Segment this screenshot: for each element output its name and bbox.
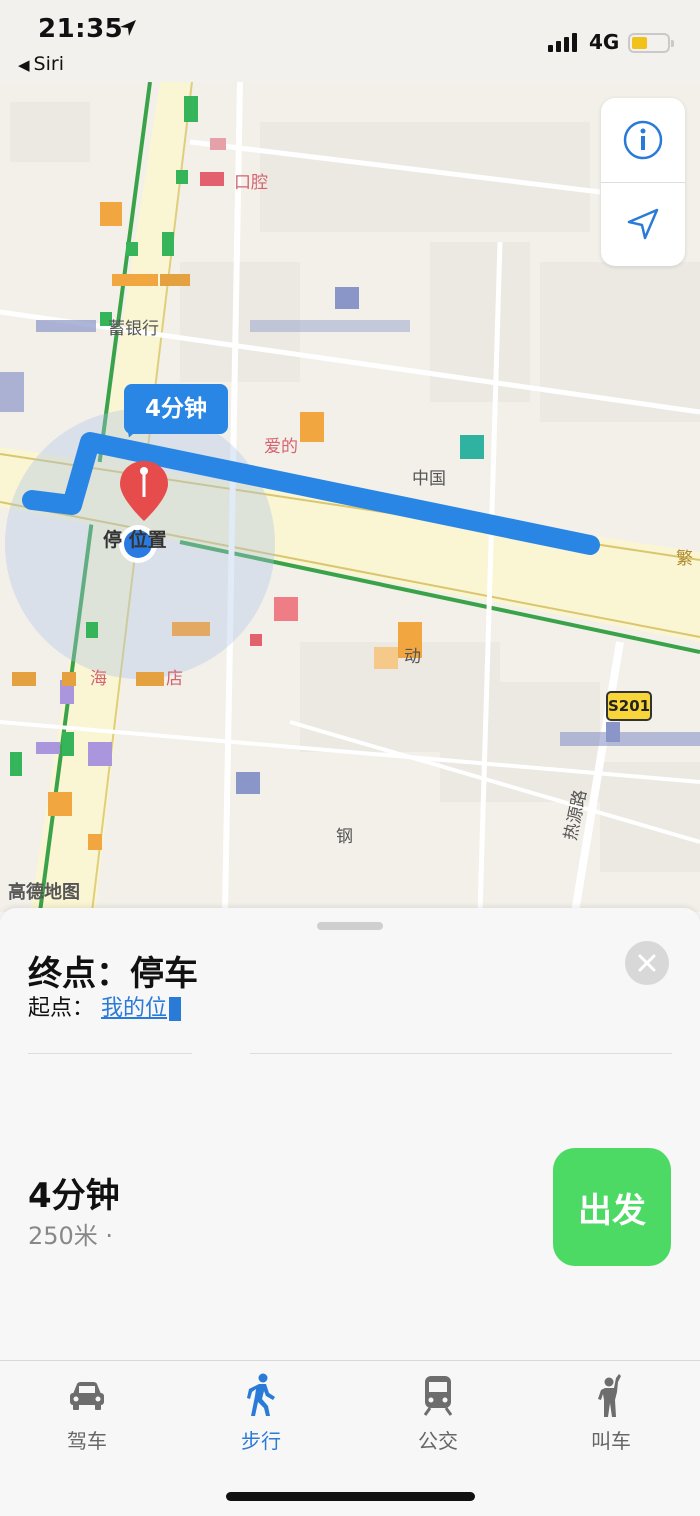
status-bar: 21:35 ◀ Siri 4G <box>0 0 700 82</box>
tab-walk-label: 步行 <box>241 1429 281 1453</box>
close-button[interactable] <box>625 941 669 985</box>
map-label-clinic: 口腔 <box>234 173 268 193</box>
map-label-gang: 钢 <box>336 827 353 847</box>
battery-icon <box>628 33 674 53</box>
route-duration: 4分钟 <box>28 1176 120 1216</box>
network-type: 4G <box>589 30 620 54</box>
origin-prefix: 起点： <box>28 996 95 1021</box>
destination-pin-label: 停 位置 <box>103 529 167 551</box>
map-provider-logo: 高德地图 <box>8 882 80 903</box>
map-label-fan: 繁 <box>676 549 693 569</box>
map-label-china: 中国 <box>412 469 446 489</box>
highway-shield-s201: S201 <box>606 691 652 721</box>
train-icon <box>423 1376 453 1416</box>
location-services-icon <box>120 20 136 36</box>
origin-row: 起点： 我的位 <box>28 990 182 1022</box>
walk-icon <box>247 1373 275 1416</box>
eta-bubble[interactable]: 4分钟 <box>124 384 228 434</box>
tab-ride-hail[interactable]: 叫车 <box>556 1371 666 1454</box>
car-icon <box>70 1382 104 1410</box>
back-app-label: Siri <box>33 53 64 75</box>
destination-title: 终点：停车 <box>28 946 198 995</box>
map-label-hotel: 店 <box>166 669 183 689</box>
hail-icon <box>598 1374 621 1417</box>
info-icon <box>623 120 663 160</box>
sheet-grabber[interactable] <box>317 922 383 930</box>
back-to-siri-link[interactable]: ◀ Siri <box>18 53 64 75</box>
tab-transit[interactable]: 公交 <box>383 1371 493 1454</box>
map-controls <box>601 98 685 266</box>
map-roads <box>0 82 700 912</box>
destination-pin-icon[interactable] <box>116 459 172 527</box>
destination-prefix: 终点： <box>28 954 130 994</box>
signal-strength-icon <box>548 33 577 52</box>
tab-transit-label: 公交 <box>418 1429 458 1453</box>
map-label-love: 爱的 <box>264 437 298 457</box>
locate-me-button[interactable] <box>601 182 685 266</box>
tab-ride-hail-label: 叫车 <box>591 1429 631 1453</box>
destination-name: 停车 <box>130 954 198 994</box>
map-label-dong: 动 <box>404 647 421 667</box>
status-time: 21:35 <box>38 14 124 44</box>
divider-right <box>250 1053 672 1054</box>
divider-left <box>28 1053 192 1054</box>
map-view[interactable]: 停 位置 4分钟 口腔 蓄银行 爱的 中国 海 店 动 钢 繁 热源路 S201… <box>0 82 700 912</box>
home-indicator[interactable] <box>226 1492 475 1501</box>
go-button[interactable]: 出发 <box>553 1148 671 1266</box>
route-distance: 250米 · <box>28 1222 114 1250</box>
origin-link[interactable]: 我的位 <box>101 996 167 1021</box>
route-sheet: 终点：停车 起点： 我的位 4分钟 250米 · 出发 <box>0 908 700 1360</box>
location-arrow-icon <box>627 208 659 240</box>
info-button[interactable] <box>601 98 685 182</box>
tab-drive[interactable]: 驾车 <box>32 1371 142 1454</box>
back-triangle-icon: ◀ <box>18 56 30 74</box>
map-label-bank: 蓄银行 <box>108 319 159 339</box>
tab-walk[interactable]: 步行 <box>206 1371 316 1454</box>
close-icon <box>638 954 656 972</box>
tab-drive-label: 驾车 <box>67 1429 107 1453</box>
map-label-hai: 海 <box>90 669 107 689</box>
